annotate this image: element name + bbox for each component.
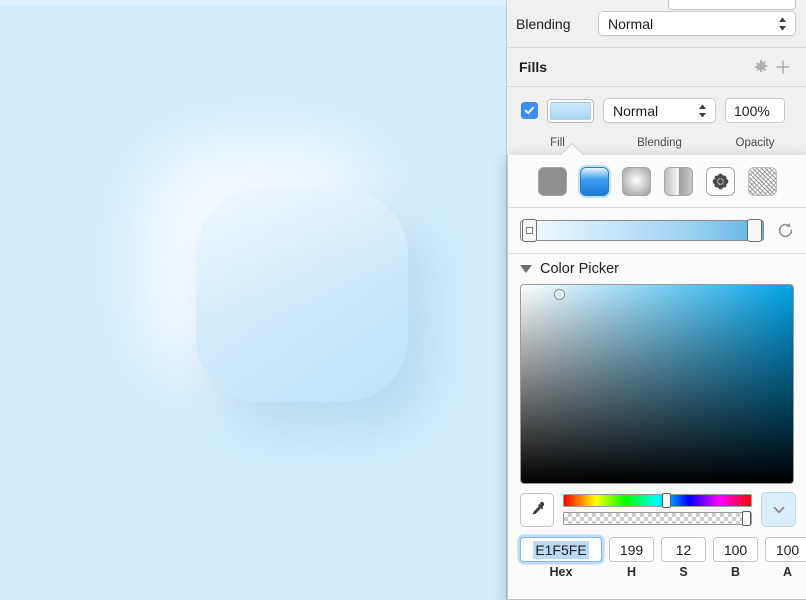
eyedropper-icon[interactable] [520, 492, 554, 527]
fill-type-selector [508, 155, 806, 207]
alpha-field-group: 100 A [765, 537, 806, 579]
saturation-field-caption: S [679, 565, 688, 579]
brightness-field-group: 100 B [713, 537, 758, 579]
stepper-arrows-icon[interactable] [697, 103, 708, 119]
design-canvas[interactable] [0, 0, 506, 600]
alpha-slider-knob[interactable] [742, 511, 751, 526]
hex-field-group: E1F5FE Hex [520, 537, 602, 579]
color-picker-title: Color Picker [540, 261, 619, 277]
rotate-icon[interactable] [774, 220, 796, 242]
fill-opacity-input[interactable]: 100% [725, 98, 785, 123]
blending-select[interactable]: Normal [598, 11, 796, 36]
fills-title: Fills [519, 59, 548, 75]
alpha-slider[interactable] [563, 511, 752, 526]
fill-column-captions: Fill Blending Opacity [507, 134, 806, 152]
app-window: Blending Normal Fills Normal 100% Fill B… [0, 0, 806, 600]
fill-enabled-checkbox[interactable] [521, 102, 538, 119]
alpha-field-caption: A [782, 565, 793, 579]
rounded-square-shape[interactable] [196, 190, 408, 402]
inspector-panel: Blending Normal Fills Normal 100% Fill B… [506, 0, 806, 600]
saturation-field[interactable]: 12 [661, 537, 706, 562]
canvas-top-strip [0, 0, 506, 5]
triangle-down-icon [520, 265, 532, 273]
noise-fill-button[interactable] [747, 166, 777, 196]
hue-field-group: 199 H [609, 537, 654, 579]
gradient-stop-end[interactable] [747, 219, 762, 242]
hue-field-caption: H [626, 565, 637, 579]
hex-field-value: E1F5FE [533, 540, 589, 559]
brightness-field-caption: B [730, 565, 741, 579]
fill-row: Normal 100% [507, 87, 806, 134]
fills-section-header: Fills [507, 48, 806, 86]
linear-gradient-fill-button[interactable] [579, 166, 609, 196]
fill-color-popover: Color Picker E1F5FE Hex 199 H 12 S 100 B… [507, 144, 806, 600]
sb-selection-ring[interactable] [553, 289, 565, 301]
plus-icon[interactable] [772, 56, 794, 78]
fill-blending-select[interactable]: Normal [603, 98, 716, 123]
fill-swatch-color [550, 101, 591, 120]
alpha-field[interactable]: 100 [765, 537, 806, 562]
caption-opacity: Opacity [735, 137, 775, 149]
angular-gradient-fill-button[interactable] [663, 166, 693, 196]
gradient-stops-bar[interactable] [520, 219, 764, 242]
sb-black-layer [521, 285, 793, 483]
saturation-field-group: 12 S [661, 537, 706, 579]
hue-slider-knob[interactable] [662, 493, 672, 508]
hex-field-caption: Hex [549, 565, 573, 579]
stepper-arrows-icon[interactable] [777, 16, 788, 32]
gradient-stop-start[interactable] [522, 219, 537, 242]
hue-slider[interactable] [563, 493, 752, 508]
radial-gradient-fill-button[interactable] [621, 166, 651, 196]
pattern-fill-button[interactable] [705, 166, 735, 196]
caption-blending: Blending [637, 137, 682, 149]
sliders-column [563, 493, 752, 526]
hex-field[interactable]: E1F5FE [520, 537, 602, 562]
blending-label: Blending [516, 15, 571, 32]
hue-field[interactable]: 199 [609, 537, 654, 562]
fill-swatch[interactable] [547, 98, 594, 123]
popover-arrow [560, 144, 584, 156]
brightness-field[interactable]: 100 [713, 537, 758, 562]
gear-icon[interactable] [750, 56, 772, 78]
gradient-stop-swatch [526, 227, 533, 234]
gradient-bar-row [508, 208, 806, 253]
color-picker-disclosure[interactable]: Color Picker [508, 254, 806, 284]
blending-select-value: Normal [608, 15, 654, 32]
partial-top-field[interactable] [668, 0, 796, 10]
color-sliders-row [508, 484, 806, 533]
fill-blending-value: Normal [613, 102, 659, 119]
color-value-fields: E1F5FE Hex 199 H 12 S 100 B 100 A [508, 533, 806, 579]
chevron-down-icon[interactable] [761, 492, 796, 527]
solid-color-fill-button[interactable] [537, 166, 567, 196]
flower-icon [712, 173, 728, 189]
saturation-brightness-square[interactable] [520, 284, 794, 484]
